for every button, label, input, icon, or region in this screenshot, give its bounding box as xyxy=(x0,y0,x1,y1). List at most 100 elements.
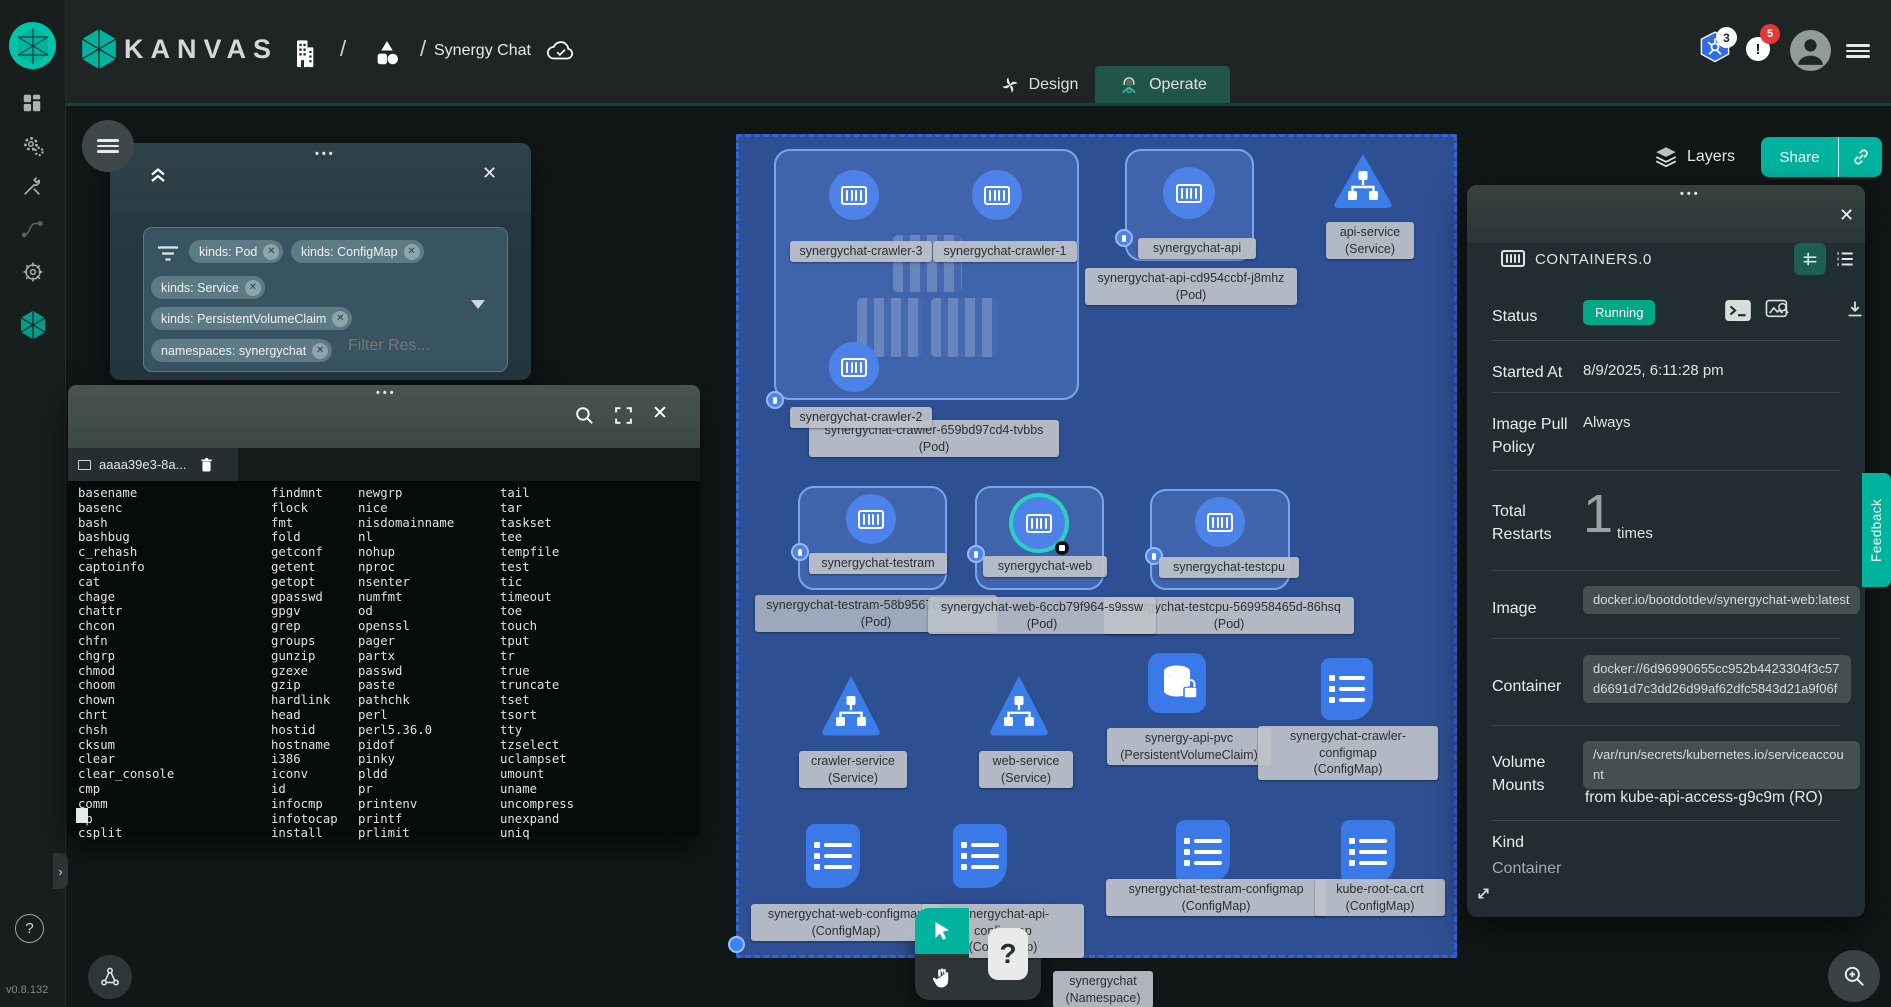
kanvas-logo-icon[interactable] xyxy=(80,28,118,70)
filter-resources-input[interactable] xyxy=(346,336,480,356)
node-configmap-crawler[interactable] xyxy=(1321,658,1373,720)
terminal-window: ••• ✕ aaaa39e3-8a... basename basenc bas… xyxy=(68,385,700,836)
node-container-api[interactable] xyxy=(1163,167,1215,219)
filter-panel-close-icon[interactable]: ✕ xyxy=(482,163,497,184)
open-terminal-icon[interactable] xyxy=(1725,300,1751,321)
breadcrumb-design-name[interactable]: Synergy Chat xyxy=(434,42,531,60)
filter-chip[interactable]: kinds: Service✕ xyxy=(151,276,265,299)
label-crawler-3: synergychat-crawler-3 xyxy=(790,241,932,262)
chip-remove-icon[interactable]: ✕ xyxy=(404,244,420,260)
volume-mounts-value-chip[interactable]: /var/run/secrets/kubernetes.io/serviceac… xyxy=(1583,741,1860,789)
terminal-header[interactable]: ••• ✕ xyxy=(68,385,700,448)
node-service-web[interactable] xyxy=(987,670,1051,742)
terminal-tab-delete-icon[interactable] xyxy=(200,457,213,473)
node-service-api[interactable] xyxy=(1331,150,1395,212)
grid-view-toggle-icon[interactable] xyxy=(1794,243,1826,275)
layer5-logo-icon[interactable] xyxy=(9,22,56,69)
total-restarts-suffix: times xyxy=(1617,525,1653,542)
image-label: Image xyxy=(1492,597,1584,620)
sidebar-helm-icon[interactable] xyxy=(21,260,45,284)
organization-icon[interactable] xyxy=(290,36,318,68)
terminal-col-1: basename basenc bash bashbug c_rehash ca… xyxy=(78,486,174,841)
chip-remove-icon[interactable]: ✕ xyxy=(245,280,261,296)
pod-badge-icon xyxy=(791,543,809,561)
share-button[interactable]: Share xyxy=(1761,137,1839,177)
zoom-button[interactable] xyxy=(1828,950,1880,1002)
sidebar-dashboard-icon[interactable] xyxy=(21,92,45,116)
dropdown-caret-icon[interactable] xyxy=(471,300,485,309)
share-link-button[interactable] xyxy=(1839,137,1882,177)
sidebar-expander-chevron[interactable]: › xyxy=(53,853,68,889)
image-inspect-icon[interactable] xyxy=(1765,299,1791,321)
region-resize-handle[interactable] xyxy=(728,936,745,953)
terminal-tab[interactable]: aaaa39e3-8a... xyxy=(68,448,238,481)
help-button[interactable]: ? xyxy=(15,914,44,943)
tab-operate[interactable]: Operate xyxy=(1095,66,1230,103)
help-mode-button[interactable]: ? xyxy=(988,928,1028,980)
sidebar-tools-icon[interactable] xyxy=(21,176,45,200)
node-container-crawler-3[interactable] xyxy=(829,170,879,220)
sidebar-kanvas-icon[interactable] xyxy=(19,310,43,334)
filter-menu-button[interactable] xyxy=(82,120,134,172)
sidebar-settings-icon[interactable] xyxy=(21,134,45,158)
drag-handle-dots[interactable]: ••• xyxy=(376,387,397,399)
node-pvc[interactable] xyxy=(1148,653,1206,713)
layers-button[interactable]: Layers xyxy=(1653,144,1735,170)
context-switcher-button[interactable] xyxy=(88,955,132,999)
label-testram-container: synergychat-testram xyxy=(809,553,947,574)
terminal-close-icon[interactable]: ✕ xyxy=(652,402,668,425)
header-accent-line xyxy=(65,103,1891,106)
image-value-chip[interactable]: docker.io/bootdotdev/synergychat-web:lat… xyxy=(1583,586,1860,614)
terminal-search-icon[interactable] xyxy=(574,405,595,426)
node-configmap-api[interactable] xyxy=(953,824,1007,888)
container-value-chip[interactable]: docker://6d96990655cc952b4423304f3c57d66… xyxy=(1583,655,1851,703)
app-header xyxy=(65,0,1891,103)
node-configmap-testram[interactable] xyxy=(1176,820,1230,884)
terminal-fullscreen-icon[interactable] xyxy=(613,405,634,426)
filter-chip[interactable]: kinds: Pod✕ xyxy=(189,240,283,263)
tab-design[interactable]: Design xyxy=(985,66,1093,103)
node-container-crawler-1[interactable] xyxy=(972,170,1022,220)
filter-chip[interactable]: kinds: PersistentVolumeClaim✕ xyxy=(151,307,352,330)
workspace-icon[interactable] xyxy=(372,38,402,68)
chip-remove-icon[interactable]: ✕ xyxy=(332,311,348,327)
label-crawler-configmap: synergychat-crawler-configmap(ConfigMap) xyxy=(1258,726,1438,780)
layers-label: Layers xyxy=(1687,148,1735,166)
pan-mode-button[interactable] xyxy=(915,954,969,1000)
chip-remove-icon[interactable]: ✕ xyxy=(263,244,279,260)
sidebar-connections-icon[interactable] xyxy=(21,218,45,242)
node-service-crawler[interactable] xyxy=(819,670,883,742)
menu-icon[interactable] xyxy=(1846,41,1870,61)
drag-handle-dots[interactable]: ••• xyxy=(315,148,336,160)
details-close-icon[interactable]: ✕ xyxy=(1839,205,1854,226)
select-mode-button[interactable] xyxy=(915,908,969,954)
filter-input-box[interactable]: kinds: Pod✕ kinds: ConfigMap✕ kinds: Ser… xyxy=(143,227,508,372)
label-api-service: api-service(Service) xyxy=(1326,222,1414,259)
status-label: Status xyxy=(1492,305,1584,328)
filter-chip[interactable]: kinds: ConfigMap✕ xyxy=(291,240,424,263)
pod-badge-icon xyxy=(766,391,784,409)
list-view-toggle-icon[interactable] xyxy=(1834,248,1856,270)
selection-handle-dot[interactable] xyxy=(1055,541,1069,555)
kanvas-app: KANVAS / / Synergy Chat 3 ! 5 Design Ope… xyxy=(0,0,1891,1007)
node-container-testram[interactable] xyxy=(846,494,896,544)
node-container-testcpu[interactable] xyxy=(1195,497,1245,547)
panel-expand-icon[interactable] xyxy=(1475,885,1492,902)
download-icon[interactable] xyxy=(1845,299,1865,319)
started-at-value: 8/9/2025, 6:11:28 pm xyxy=(1583,362,1724,379)
terminal-output[interactable]: basename basenc bash bashbug c_rehash ca… xyxy=(68,481,700,836)
label-web-configmap: synergychat-web-configmap(ConfigMap) xyxy=(751,904,941,941)
collapse-chevrons-icon[interactable] xyxy=(148,166,168,184)
filter-funnel-icon xyxy=(156,245,180,262)
feedback-tab[interactable]: Feedback xyxy=(1862,473,1891,587)
image-pull-policy-label: Image Pull Policy xyxy=(1492,413,1584,459)
avatar[interactable] xyxy=(1790,30,1831,71)
drag-handle-dots[interactable]: ••• xyxy=(1680,188,1701,200)
ghost-container-shape xyxy=(931,298,998,357)
node-container-crawler-2[interactable] xyxy=(829,342,879,392)
details-panel-header[interactable]: ••• ✕ xyxy=(1467,185,1865,243)
filter-chip[interactable]: namespaces: synergychat✕ xyxy=(151,339,332,362)
node-configmap-kuberoot[interactable] xyxy=(1341,820,1395,884)
chip-remove-icon[interactable]: ✕ xyxy=(312,343,328,359)
node-configmap-web[interactable] xyxy=(806,824,860,888)
